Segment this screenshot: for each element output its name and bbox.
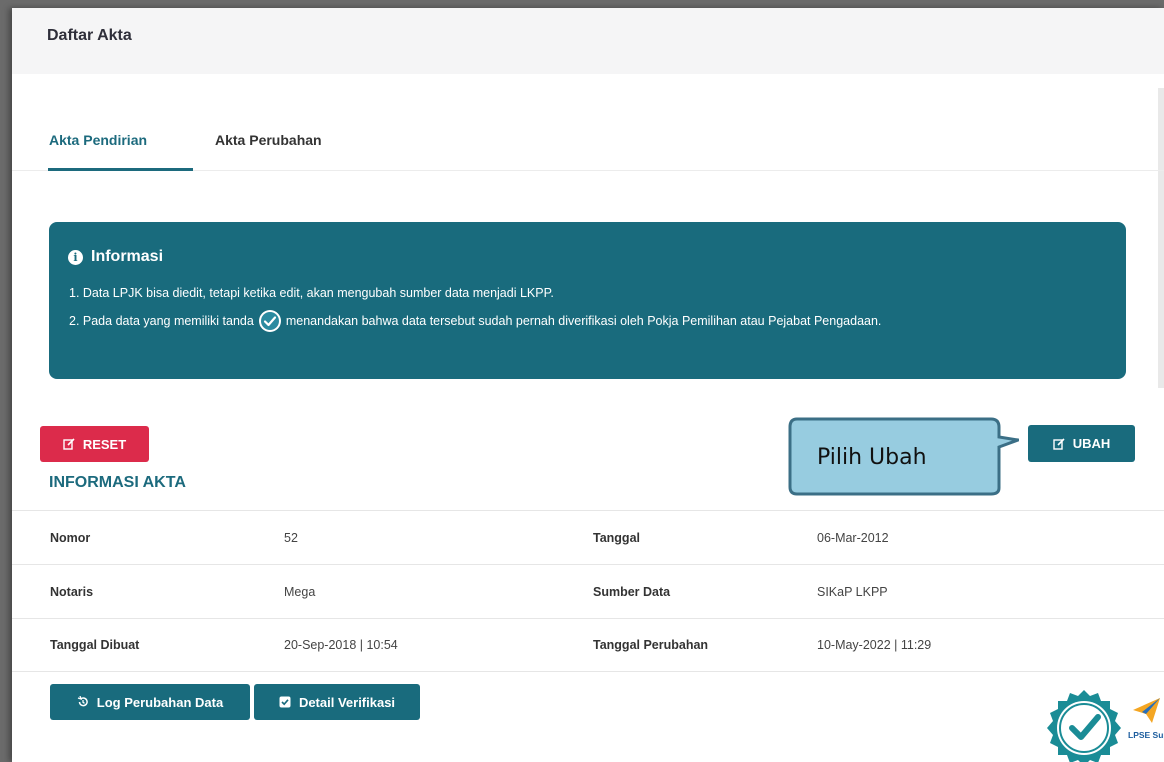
page-header: Daftar Akta (12, 8, 1164, 74)
check-circle-icon (258, 309, 282, 333)
info-panel: i Informasi 1. Data LPJK bisa diedit, te… (49, 222, 1126, 379)
page-title: Daftar Akta (47, 27, 132, 44)
paper-plane-icon (1128, 692, 1164, 728)
info-header: i Informasi (68, 248, 163, 266)
label-tanggal-perubahan: Tanggal Perubahan (593, 638, 709, 652)
ubah-button[interactable]: UBAH (1028, 425, 1135, 462)
lpse-support-label: LPSE Support (1128, 730, 1164, 740)
value-notaris: Mega (284, 584, 316, 599)
info-icon: i (68, 249, 83, 265)
reset-button[interactable]: RESET (40, 426, 149, 462)
app-frame: Daftar Akta Akta Pendirian Akta Perubaha… (12, 8, 1164, 762)
info-title: Informasi (91, 248, 164, 265)
table-row: Notaris Mega Sumber Data SIKaP LKPP (12, 564, 1164, 618)
history-icon (77, 696, 89, 708)
tab-akta-perubahan[interactable]: Akta Perubahan (215, 132, 322, 148)
label-notaris: Notaris (50, 584, 94, 599)
info-line-2: 2. Pada data yang memiliki tanda menanda… (69, 309, 881, 333)
log-label: Log Perubahan Data (96, 694, 224, 710)
reset-label: RESET (82, 436, 127, 452)
akta-info-table: Nomor 52 Tanggal 06-Mar-2012 Notaris Meg… (12, 510, 1164, 672)
info-line-2-end: menandakan bahwa data tersebut sudah per… (285, 314, 882, 328)
section-title: INFORMASI AKTA (49, 474, 186, 491)
detail-verifikasi-button[interactable]: Detail Verifikasi (254, 684, 420, 720)
label-tanggal-dibuat: Tanggal Dibuat (50, 638, 140, 652)
detail-label: Detail Verifikasi (298, 694, 396, 710)
info-line-2-start: 2. Pada data yang memiliki tanda (69, 314, 254, 328)
value-tanggal-dibuat: 20-Sep-2018 | 10:54 (284, 638, 398, 652)
edit-icon (63, 438, 75, 450)
tab-bar: Akta Pendirian Akta Perubahan (12, 118, 1164, 171)
info-line-1: 1. Data LPJK bisa diedit, tetapi ketika … (69, 286, 554, 300)
value-tanggal: 06-Mar-2012 (817, 530, 889, 545)
value-sumber-data: SIKaP LKPP (817, 584, 888, 599)
label-nomor: Nomor (50, 530, 91, 545)
log-perubahan-button[interactable]: Log Perubahan Data (50, 684, 250, 720)
callout-text: Pilih Ubah (817, 445, 927, 470)
instruction-callout: Pilih Ubah (787, 417, 1019, 496)
value-tanggal-perubahan: 10-May-2022 | 11:29 (817, 638, 932, 652)
label-sumber-data: Sumber Data (593, 584, 671, 599)
table-row: Tanggal Dibuat 20-Sep-2018 | 10:54 Tangg… (12, 618, 1164, 672)
table-row: Nomor 52 Tanggal 06-Mar-2012 (12, 510, 1164, 564)
check-square-icon (279, 696, 291, 708)
label-tanggal: Tanggal (593, 530, 640, 545)
value-nomor: 52 (284, 530, 298, 545)
verified-seal-icon (1044, 688, 1124, 762)
tab-akta-pendirian[interactable]: Akta Pendirian (49, 132, 147, 148)
lpse-support-badge[interactable]: LPSE Support (1126, 690, 1164, 750)
edit-icon (1053, 437, 1065, 450)
active-tab-indicator (48, 168, 193, 171)
ubah-label: UBAH (1072, 436, 1111, 451)
